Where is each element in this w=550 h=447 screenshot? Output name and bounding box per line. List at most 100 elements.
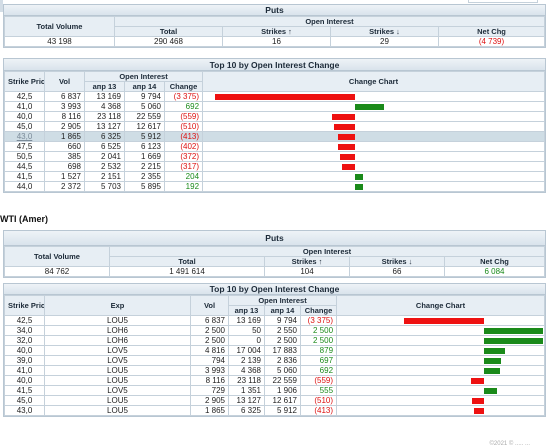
- table-row[interactable]: 41,0 LOU5 3 993 4 368 5 060 692: [4, 365, 545, 376]
- cell-strike[interactable]: 40,0: [4, 111, 45, 122]
- table-row[interactable]: 47,5 660 6 525 6 123 (402): [4, 141, 545, 152]
- table-row[interactable]: 40,0 LOU5 8 116 23 118 22 559 (559): [4, 375, 545, 386]
- col-total-volume: Total Volume: [4, 246, 110, 267]
- table-row[interactable]: 41,5 1 527 2 151 2 355 204: [4, 171, 545, 182]
- cell-strike[interactable]: 40,0: [4, 375, 45, 386]
- change-bar: [484, 388, 498, 394]
- total-volume-value: 84 762: [4, 266, 110, 277]
- cell-strike[interactable]: 39,0: [4, 355, 45, 366]
- change-chart-cell: [202, 171, 545, 182]
- table-row[interactable]: 43,0 LOU5 1 865 6 325 5 912 (413): [4, 405, 545, 416]
- cell-strike[interactable]: 34,0: [4, 325, 45, 336]
- cell-change: (3 375): [163, 91, 204, 102]
- change-bar: [331, 114, 356, 120]
- cell-strike[interactable]: 40,0: [4, 345, 45, 356]
- col-vol: Vol: [190, 295, 229, 316]
- col-apr13: апр 13: [228, 305, 265, 316]
- table-row[interactable]: 43,0 1 865 6 325 5 912 (413): [4, 131, 545, 142]
- cell-strike[interactable]: 45,0: [4, 395, 45, 406]
- cell-vol: 729: [190, 385, 229, 396]
- cell-apr13: 2 041: [84, 151, 125, 162]
- table-row[interactable]: 40,0 8 116 23 118 22 559 (559): [4, 111, 545, 122]
- cell-exp: LOU5: [44, 375, 191, 386]
- cell-vol: 1 865: [190, 405, 229, 416]
- table-row[interactable]: 44,5 698 2 532 2 215 (317): [4, 161, 545, 172]
- cell-vol: 8 116: [44, 111, 85, 122]
- puts-summary-table: Total Volume Open Interest Total Strikes…: [4, 16, 545, 47]
- table-row[interactable]: 34,0 LOH6 2 500 50 2 550 2 500: [4, 325, 545, 336]
- cell-apr13: 1 351: [228, 385, 265, 396]
- cell-strike[interactable]: 42,5: [4, 315, 45, 326]
- table-row[interactable]: 45,0 2 905 13 127 12 617 (510): [4, 121, 545, 132]
- col-strikes-down[interactable]: Strikes ↓: [330, 26, 439, 37]
- col-exp: Exp: [44, 295, 191, 316]
- cell-apr13: 13 127: [228, 395, 265, 406]
- change-bar: [215, 94, 356, 100]
- cell-change: (413): [299, 405, 338, 416]
- cell-strike[interactable]: 45,0: [4, 121, 45, 132]
- change-chart-cell: [336, 395, 545, 406]
- col-strikes-down[interactable]: Strikes ↓: [349, 256, 445, 267]
- cell-strike[interactable]: 44,0: [4, 181, 45, 192]
- cell-apr14: 2 215: [124, 161, 165, 172]
- cell-apr14: 22 559: [124, 111, 165, 122]
- table-row[interactable]: 44,0 2 372 5 703 5 895 192: [4, 181, 545, 192]
- cell-strike[interactable]: 32,0: [4, 335, 45, 346]
- col-strike-price: Strike Price: [4, 295, 45, 316]
- cell-strike[interactable]: 41,0: [4, 101, 45, 112]
- cell-strike[interactable]: 41,0: [4, 365, 45, 376]
- cell-change: 555: [299, 385, 338, 396]
- cell-change: (402): [163, 141, 204, 152]
- cell-vol: 1 527: [44, 171, 85, 182]
- cell-strike[interactable]: 41,5: [4, 171, 45, 182]
- table-row[interactable]: 42,5 6 837 13 169 9 794 (3 375): [4, 91, 545, 102]
- panel-title: Top 10 by Open Interest Change: [4, 59, 545, 71]
- cell-change: 692: [299, 365, 338, 376]
- strikes-up-value: 104: [264, 266, 350, 277]
- cell-strike[interactable]: 43,0: [4, 405, 45, 416]
- cell-vol: 660: [44, 141, 85, 152]
- change-bar: [355, 174, 364, 180]
- cell-change: 692: [163, 101, 204, 112]
- cell-vol: 2 500: [190, 325, 229, 336]
- cell-apr13: 4 368: [228, 365, 265, 376]
- cell-strike[interactable]: 41,5: [4, 385, 45, 396]
- col-open-interest: Open Interest: [83, 71, 204, 82]
- cell-strike[interactable]: 44,5: [4, 161, 45, 172]
- table-row[interactable]: 32,0 LOH6 2 500 0 2 500 2 500: [4, 335, 545, 346]
- cell-change: (510): [163, 121, 204, 132]
- table-row[interactable]: 41,5 LOV5 729 1 351 1 906 555: [4, 385, 545, 396]
- cell-apr14: 9 794: [124, 91, 165, 102]
- table-row[interactable]: 40,0 LOV5 4 816 17 004 17 883 879: [4, 345, 545, 356]
- cell-vol: 4 816: [190, 345, 229, 356]
- col-strikes-up[interactable]: Strikes ↑: [222, 26, 331, 37]
- cell-vol: 8 116: [190, 375, 229, 386]
- col-open-interest: Open Interest: [109, 246, 545, 257]
- table-row[interactable]: 42,5 LOU5 6 837 13 169 9 794 (3 375): [4, 315, 545, 326]
- table-row[interactable]: 50,5 385 2 041 1 669 (372): [4, 151, 545, 162]
- cell-change: (510): [299, 395, 338, 406]
- table-row[interactable]: 39,0 LOV5 794 2 139 2 836 697: [4, 355, 545, 366]
- cell-change: 2 500: [299, 335, 338, 346]
- cell-change: 204: [163, 171, 204, 182]
- cell-change: 879: [299, 345, 338, 356]
- table-row[interactable]: 45,0 LOU5 2 905 13 127 12 617 (510): [4, 395, 545, 406]
- cell-apr14: 5 912: [264, 405, 301, 416]
- change-bar: [470, 378, 485, 384]
- cell-strike[interactable]: 47,5: [4, 141, 45, 152]
- cell-change: (317): [163, 161, 204, 172]
- table-row[interactable]: 41,0 3 993 4 368 5 060 692: [4, 101, 545, 112]
- cell-vol: 1 865: [44, 131, 85, 142]
- change-chart-cell: [336, 345, 545, 356]
- cell-apr13: 2 532: [84, 161, 125, 172]
- cell-strike[interactable]: 43,0: [4, 131, 45, 142]
- cell-apr13: 13 169: [84, 91, 125, 102]
- cell-exp: LOU5: [44, 315, 191, 326]
- col-strikes-up[interactable]: Strikes ↑: [264, 256, 350, 267]
- cell-strike[interactable]: 42,5: [4, 91, 45, 102]
- cell-strike[interactable]: 50,5: [4, 151, 45, 162]
- cell-change: 697: [299, 355, 338, 366]
- change-chart-cell: [202, 141, 545, 152]
- change-bar: [484, 338, 544, 344]
- footer-text: ©2021 © ..... ...: [489, 441, 530, 447]
